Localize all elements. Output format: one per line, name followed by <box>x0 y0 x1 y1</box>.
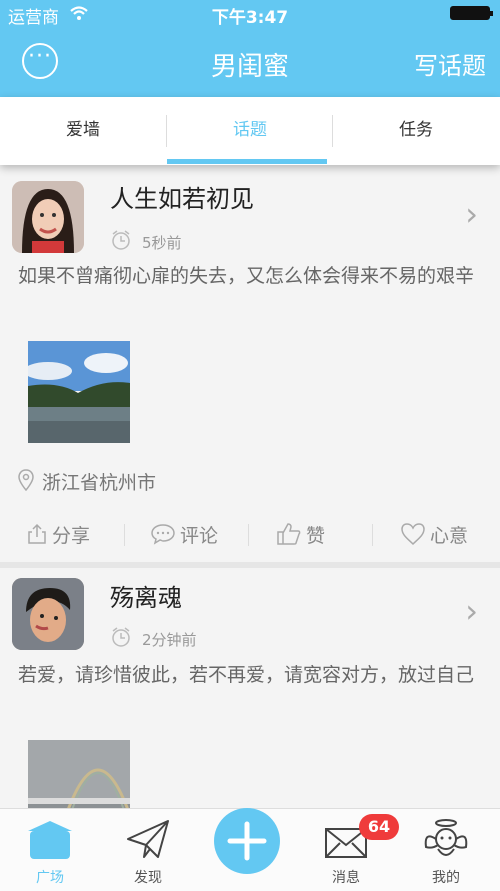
action-divider <box>124 524 125 546</box>
avatar[interactable] <box>12 181 84 253</box>
avatar[interactable] <box>12 578 84 650</box>
tab-love-wall[interactable]: 爱墙 <box>0 97 166 165</box>
heart-icon <box>401 523 425 546</box>
plus-icon <box>227 821 267 861</box>
status-time: 下午3:47 <box>211 8 289 28</box>
tab-tasks[interactable]: 任务 <box>333 97 499 165</box>
like-label: 赞 <box>306 524 326 547</box>
post-time: 2分钟前 <box>142 631 197 649</box>
clock-icon <box>112 627 130 647</box>
header: 运营商 下午3:47 ··· 男闺蜜 写话题 <box>0 0 500 97</box>
chevron-right-icon[interactable]: › <box>465 195 478 233</box>
wish-label: 心意 <box>430 524 469 547</box>
share-icon <box>28 523 46 544</box>
post-content: 若爱，请珍惜彼此，若不再爱，请宽容对方，放过自己 <box>18 664 475 686</box>
tabbar-item-mine[interactable]: 我的 <box>406 809 486 891</box>
post-content: 如果不曾痛彻心扉的失去，又怎么体会得来不易的艰辛 <box>18 265 475 287</box>
plaza-icon <box>28 821 72 859</box>
action-divider <box>372 524 373 546</box>
angel-icon <box>424 819 468 856</box>
add-post-button[interactable] <box>214 808 280 874</box>
message-count-badge: 64 <box>359 814 399 840</box>
clock-icon <box>112 230 130 250</box>
share-label: 分享 <box>52 524 91 547</box>
like-button[interactable]: 赞 <box>276 512 325 556</box>
chevron-right-icon[interactable]: › <box>465 592 478 630</box>
post-card[interactable]: 人生如若初见 5秒前 › 如果不曾痛彻心扉的失去，又怎么体会得来不易的艰辛 浙江… <box>0 165 500 562</box>
post-author[interactable]: 人生如若初见 <box>110 179 254 214</box>
tabbar-label: 广场 <box>36 870 64 886</box>
tabbar-item-plaza[interactable]: 广场 <box>10 809 90 891</box>
comment-label: 评论 <box>180 524 219 547</box>
share-button[interactable]: 分享 <box>26 512 90 556</box>
post-author[interactable]: 殇离魂 <box>110 578 182 613</box>
tabbar-label: 我的 <box>432 870 460 886</box>
location-pin-icon <box>18 469 34 491</box>
segment-tabs: 爱墙 话题 任务 <box>0 97 500 165</box>
post-time: 5秒前 <box>142 234 182 252</box>
paper-plane-icon <box>127 820 169 858</box>
post-card[interactable]: 殇离魂 2分钟前 › 若爱，请珍惜彼此，若不再爱，请宽容对方，放过自己 <box>0 568 500 808</box>
post-actions: 分享 评论 赞 心意 <box>0 512 500 556</box>
tabbar-label: 发现 <box>134 870 162 886</box>
tabbar-label: 消息 <box>332 870 360 886</box>
wish-button[interactable]: 心意 <box>400 512 468 556</box>
post-photo[interactable] <box>28 341 130 443</box>
tabbar-item-discover[interactable]: 发现 <box>108 809 188 891</box>
post-photo[interactable] <box>28 740 130 808</box>
comment-button[interactable]: 评论 <box>150 512 218 556</box>
tab-active-indicator <box>167 159 327 164</box>
thumbs-up-icon <box>277 523 301 545</box>
tab-topics[interactable]: 话题 <box>167 97 333 165</box>
battery-icon <box>450 6 493 20</box>
write-topic-button[interactable]: 写话题 <box>414 46 486 81</box>
status-bar: 运营商 下午3:47 <box>0 0 500 28</box>
action-divider <box>248 524 249 546</box>
post-location: 浙江省杭州市 <box>42 472 157 494</box>
comment-icon <box>151 524 175 545</box>
topic-feed[interactable]: 人生如若初见 5秒前 › 如果不曾痛彻心扉的失去，又怎么体会得来不易的艰辛 浙江… <box>0 165 500 808</box>
